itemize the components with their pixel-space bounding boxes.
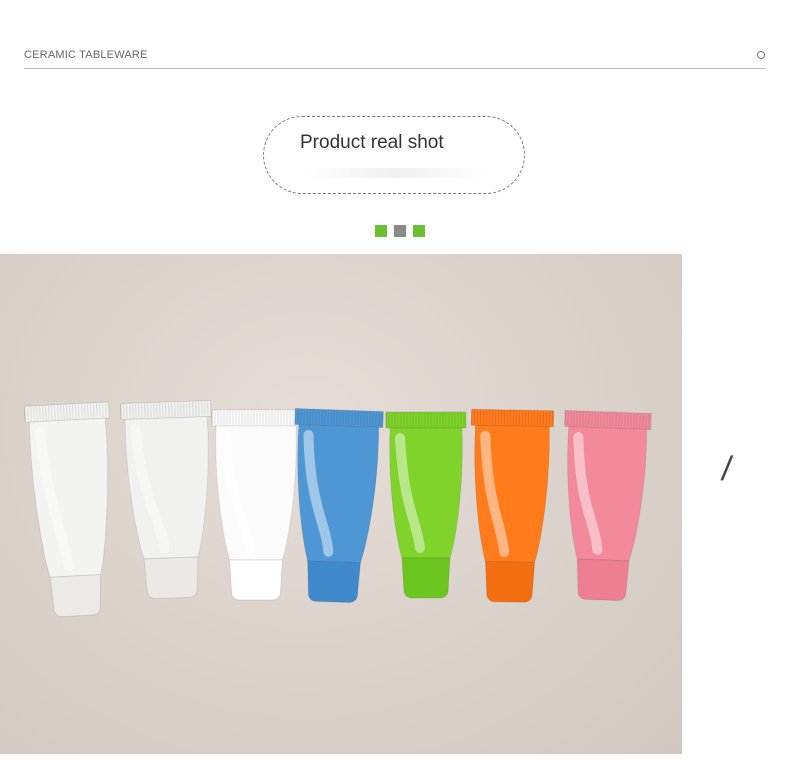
orange-tube — [470, 408, 555, 603]
banner-pill — [263, 116, 525, 194]
blue-tube — [294, 408, 384, 604]
dot-indicator — [375, 225, 425, 237]
product-photo — [0, 254, 682, 754]
banner-label: Product real shot — [300, 132, 444, 153]
green-tube — [385, 411, 467, 599]
section-title: CERAMIC TABLEWARE — [24, 49, 148, 61]
white-tube — [211, 409, 301, 601]
slash-glyph: / — [719, 450, 735, 488]
dot-3 — [413, 225, 425, 237]
circle-icon — [757, 51, 765, 59]
clear-tube-1 — [23, 401, 110, 618]
pink-tube — [564, 410, 652, 601]
banner-subtext-blur — [305, 168, 485, 178]
clear-tube-2 — [120, 399, 212, 600]
dot-1 — [375, 225, 387, 237]
dot-2 — [394, 225, 406, 237]
tubes-illustration — [23, 399, 652, 618]
header-divider — [24, 68, 766, 69]
